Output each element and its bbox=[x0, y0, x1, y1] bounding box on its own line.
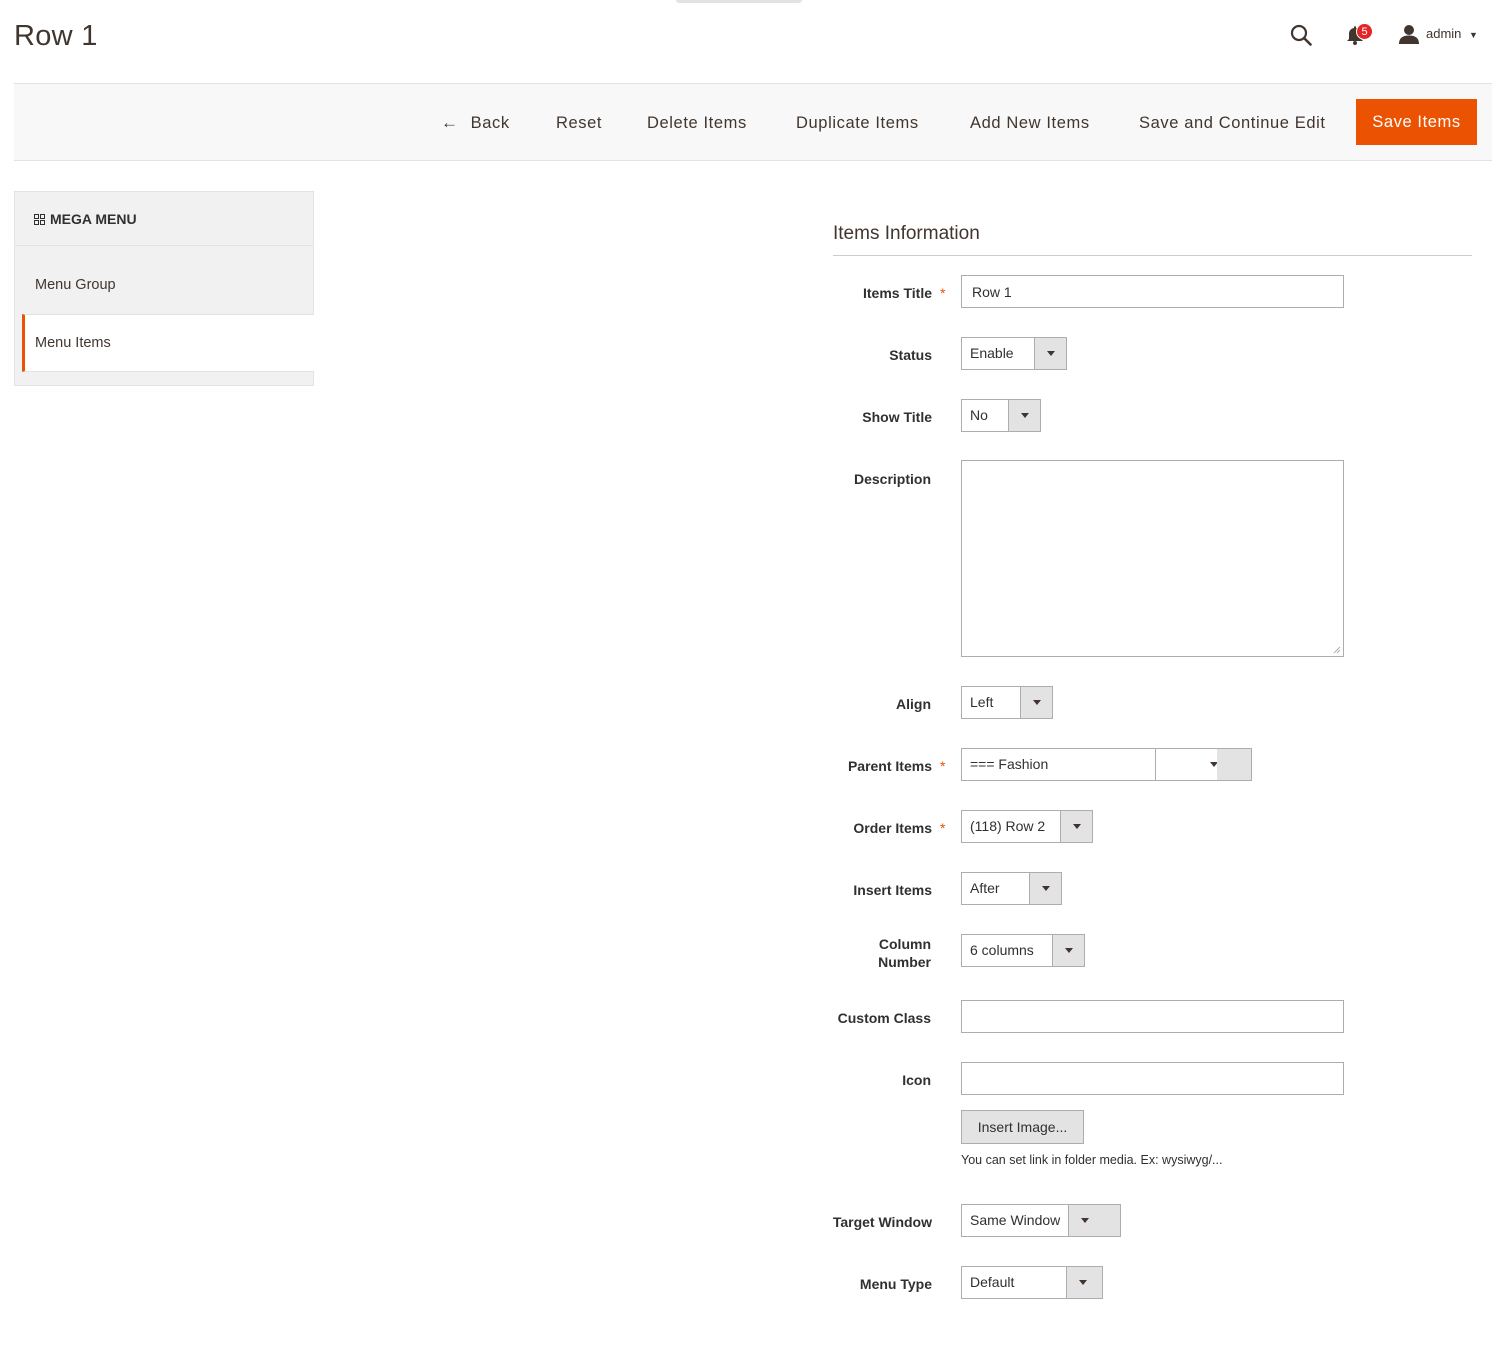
arrow-left-icon: ← bbox=[441, 113, 459, 132]
user-icon[interactable] bbox=[1398, 24, 1420, 44]
insert-image-button[interactable]: Insert Image... bbox=[961, 1110, 1084, 1144]
show-title-label: Show Title bbox=[862, 409, 932, 425]
column-number-label: Column Number bbox=[811, 935, 931, 971]
column-number-label-line2: Number bbox=[878, 954, 931, 970]
chevron-down-icon bbox=[1066, 1267, 1102, 1298]
save-items-button[interactable]: Save Items bbox=[1356, 99, 1477, 145]
section-divider bbox=[833, 255, 1472, 256]
menu-type-label: Menu Type bbox=[859, 1276, 932, 1292]
back-button[interactable]: ← Back bbox=[441, 103, 510, 143]
order-items-label: Order Items bbox=[853, 820, 932, 836]
status-label: Status bbox=[889, 347, 932, 363]
parent-items-label: Parent Items bbox=[847, 758, 932, 774]
align-select[interactable]: Left bbox=[961, 686, 1053, 719]
align-select-value: Left bbox=[970, 694, 994, 710]
sidebar-title-label: MEGA MENU bbox=[50, 211, 137, 227]
menu-type-select[interactable]: Default bbox=[961, 1266, 1103, 1299]
custom-class-input[interactable] bbox=[961, 1000, 1344, 1033]
insert-items-select-value: After bbox=[970, 880, 1000, 896]
search-icon[interactable] bbox=[1290, 24, 1312, 46]
chevron-down-icon bbox=[1034, 338, 1066, 369]
save-and-continue-button[interactable]: Save and Continue Edit bbox=[1139, 103, 1326, 143]
chevron-down-icon bbox=[1068, 1205, 1120, 1236]
icon-note: You can set link in folder media. Ex: wy… bbox=[961, 1153, 1223, 1167]
description-label: Description bbox=[853, 471, 931, 487]
target-window-select-value: Same Window bbox=[970, 1212, 1061, 1228]
status-select-value: Enable bbox=[970, 345, 1014, 361]
chevron-down-icon bbox=[1029, 873, 1061, 904]
sidebar-divider bbox=[15, 245, 313, 246]
chevron-down-icon bbox=[1052, 935, 1084, 966]
icon-label: Icon bbox=[902, 1072, 931, 1088]
add-new-items-button[interactable]: Add New Items bbox=[970, 103, 1090, 143]
items-title-input[interactable] bbox=[961, 275, 1344, 308]
delete-items-button[interactable]: Delete Items bbox=[647, 103, 747, 143]
page-title: Row 1 bbox=[14, 20, 98, 52]
user-name[interactable]: admin bbox=[1426, 26, 1461, 41]
custom-class-label: Custom Class bbox=[837, 1010, 931, 1026]
duplicate-items-button[interactable]: Duplicate Items bbox=[796, 103, 919, 143]
items-title-label: Items Title bbox=[863, 285, 932, 301]
grid-icon bbox=[34, 213, 45, 225]
chevron-down-icon[interactable]: ▼ bbox=[1469, 30, 1478, 40]
insert-items-label: Insert Items bbox=[853, 882, 932, 898]
order-items-select[interactable]: (118) Row 2 bbox=[961, 810, 1093, 843]
select-divider bbox=[1155, 749, 1156, 780]
column-number-select[interactable]: 6 columns bbox=[961, 934, 1085, 967]
parent-items-select-value: === Fashion bbox=[970, 756, 1049, 772]
sidebar-title: MEGA MENU bbox=[34, 211, 137, 227]
description-textarea[interactable] bbox=[961, 460, 1344, 657]
column-number-label-line1: Column bbox=[878, 936, 931, 952]
top-handle bbox=[676, 0, 802, 3]
align-label: Align bbox=[896, 696, 931, 712]
target-window-label: Target Window bbox=[832, 1214, 932, 1230]
target-window-select[interactable]: Same Window bbox=[961, 1204, 1121, 1237]
required-marker: * bbox=[940, 758, 946, 774]
chevron-down-icon bbox=[1060, 811, 1092, 842]
reset-button[interactable]: Reset bbox=[556, 103, 602, 143]
sidebar-item-menu-group[interactable]: Menu Group bbox=[35, 277, 116, 293]
notifications-count-badge: 5 bbox=[1356, 23, 1373, 40]
column-number-select-value: 6 columns bbox=[970, 942, 1034, 958]
section-title: Items Information bbox=[833, 223, 980, 244]
menu-type-select-value: Default bbox=[970, 1274, 1015, 1290]
chevron-down-icon bbox=[1008, 400, 1040, 431]
insert-items-select[interactable]: After bbox=[961, 872, 1062, 905]
chevron-down-icon bbox=[1020, 687, 1052, 718]
required-marker: * bbox=[940, 820, 946, 836]
required-marker: * bbox=[940, 285, 946, 301]
select-scroll-track bbox=[1217, 749, 1251, 780]
icon-input[interactable] bbox=[961, 1062, 1344, 1095]
sidebar-item-menu-items[interactable]: Menu Items bbox=[35, 335, 111, 351]
show-title-select-value: No bbox=[970, 407, 988, 423]
order-items-select-value: (118) Row 2 bbox=[970, 818, 1046, 834]
show-title-select[interactable]: No bbox=[961, 399, 1041, 432]
status-select[interactable]: Enable bbox=[961, 337, 1067, 370]
resize-grip-icon[interactable] bbox=[1332, 645, 1341, 654]
back-button-label: Back bbox=[470, 114, 510, 132]
parent-items-select[interactable]: === Fashion bbox=[961, 748, 1252, 781]
